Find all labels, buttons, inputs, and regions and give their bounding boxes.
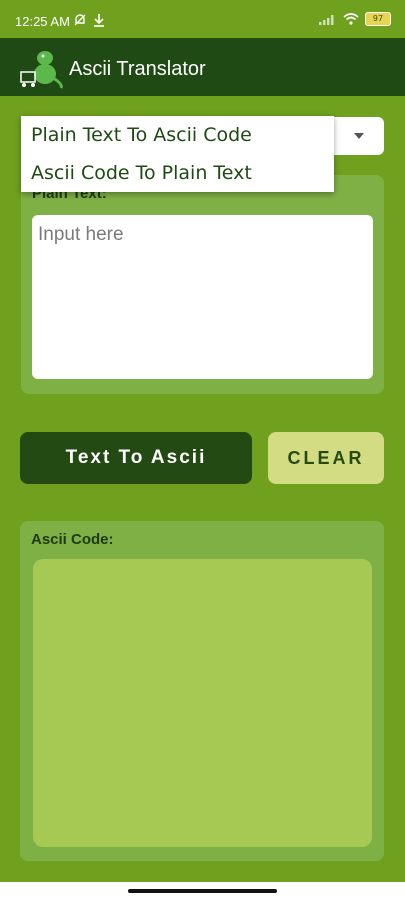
- mode-dropdown-popup: Plain Text To Ascii Code Ascii Code To P…: [21, 116, 334, 192]
- battery-icon: 97: [365, 12, 391, 26]
- download-icon: [94, 14, 104, 27]
- ascii-code-label: Ascii Code:: [31, 531, 114, 548]
- mute-bell-icon: [74, 14, 86, 26]
- status-system-icons: 97: [319, 12, 391, 26]
- dropdown-arrow-icon: [354, 133, 364, 139]
- plain-text-input[interactable]: Input here: [32, 215, 373, 379]
- dinosaur-logo-icon: [20, 51, 63, 89]
- signal-icon: [319, 15, 334, 25]
- clear-button[interactable]: CLEAR: [268, 432, 384, 484]
- navigation-bar: [0, 882, 405, 900]
- status-time: 12:25 AM: [15, 14, 70, 29]
- option-plain-to-ascii[interactable]: Plain Text To Ascii Code: [31, 124, 252, 146]
- app-bar: Ascii Translator: [0, 38, 405, 96]
- ascii-code-panel: Ascii Code:: [20, 521, 384, 861]
- status-notification-icons: [73, 13, 105, 27]
- status-bar: 12:25 AM 97: [0, 0, 405, 38]
- gesture-handle[interactable]: [128, 889, 277, 893]
- text-to-ascii-button[interactable]: Text To Ascii: [20, 432, 252, 484]
- option-ascii-to-plain[interactable]: Ascii Code To Plain Text: [31, 162, 252, 184]
- app-title: Ascii Translator: [69, 58, 206, 80]
- ascii-code-output[interactable]: [33, 559, 372, 847]
- plain-text-panel: Plain Text: Input here: [21, 175, 384, 394]
- wifi-icon: [343, 13, 359, 25]
- plain-text-placeholder: Input here: [38, 224, 124, 245]
